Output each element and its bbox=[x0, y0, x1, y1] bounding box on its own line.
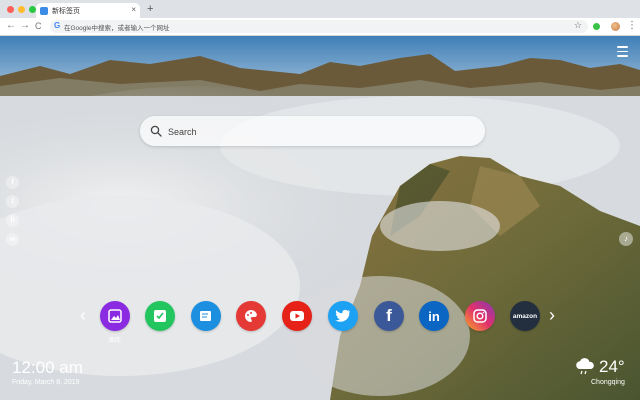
profile-avatar[interactable] bbox=[611, 22, 620, 31]
reload-button[interactable]: C bbox=[35, 19, 42, 33]
app-instagram[interactable] bbox=[465, 301, 495, 331]
app-amazon[interactable]: amazon bbox=[510, 301, 540, 331]
google-icon: G bbox=[54, 21, 61, 30]
app-notes[interactable] bbox=[191, 301, 221, 331]
instagram-icon bbox=[473, 309, 487, 323]
facebook-share-icon[interactable]: f bbox=[6, 176, 19, 189]
checklist-icon bbox=[154, 310, 166, 322]
image-icon bbox=[108, 309, 122, 323]
minimize-window-button[interactable] bbox=[18, 6, 25, 13]
forward-button[interactable]: → bbox=[20, 19, 30, 33]
app-facebook[interactable]: f bbox=[374, 301, 404, 331]
palette-icon bbox=[245, 309, 257, 322]
address-bar-placeholder: 在Google中搜索，或者输入一个网址 bbox=[64, 25, 170, 32]
tab-title: 新标签页 bbox=[52, 8, 80, 15]
back-button[interactable]: ← bbox=[6, 19, 16, 33]
app-gallery[interactable] bbox=[100, 301, 130, 331]
maximize-window-button[interactable] bbox=[29, 6, 36, 13]
extension-icon[interactable] bbox=[593, 23, 600, 30]
cloud-rain-icon bbox=[576, 358, 594, 375]
browser-menu-icon[interactable]: ⋮ bbox=[627, 19, 637, 33]
youtube-icon bbox=[290, 311, 304, 321]
bookmark-share-icon[interactable]: b bbox=[6, 214, 19, 227]
new-tab-button[interactable]: + bbox=[147, 3, 153, 15]
close-window-button[interactable] bbox=[7, 6, 14, 13]
app-paint[interactable] bbox=[236, 301, 266, 331]
tab-bar: 新标签页 × + bbox=[0, 0, 640, 18]
app-youtube[interactable] bbox=[282, 301, 312, 331]
weather-city: Chongqing bbox=[591, 379, 625, 386]
app-dock: ‹ › 图库 f in amazon bbox=[0, 301, 640, 344]
twitter-share-icon[interactable]: t bbox=[6, 195, 19, 208]
weather-temperature: 24° bbox=[599, 357, 625, 376]
close-tab-icon[interactable]: × bbox=[131, 5, 136, 14]
notification-bell-icon[interactable]: ♪ bbox=[619, 232, 633, 246]
window-controls bbox=[7, 6, 36, 13]
search-icon bbox=[150, 125, 162, 137]
app-gallery-label: 图库 bbox=[108, 338, 121, 344]
app-twitter[interactable] bbox=[328, 301, 358, 331]
app-linkedin[interactable]: in bbox=[419, 301, 449, 331]
amazon-icon: amazon bbox=[512, 312, 538, 320]
wechat-share-icon[interactable]: w bbox=[6, 233, 19, 246]
twitter-icon bbox=[335, 309, 350, 322]
toolbar: ← → C G 在Google中搜索，或者输入一个网址 ☆ ⋮ bbox=[0, 18, 640, 36]
dock-next-arrow[interactable]: › bbox=[549, 305, 555, 325]
new-tab-page: f t b w ♪ ‹ › 图库 f in bbox=[0, 36, 640, 400]
search-box[interactable] bbox=[140, 116, 485, 146]
clock-date: Friday, March 8, 2019 bbox=[12, 379, 80, 386]
notes-icon bbox=[200, 311, 211, 321]
linkedin-icon: in bbox=[428, 308, 440, 324]
clock-time: 12:00 am bbox=[12, 358, 83, 377]
app-checklist[interactable] bbox=[145, 301, 175, 331]
facebook-icon: f bbox=[386, 306, 392, 325]
menu-icon[interactable] bbox=[617, 46, 628, 60]
mountain-background bbox=[0, 36, 640, 400]
social-share-column: f t b w bbox=[6, 176, 19, 246]
search-input[interactable] bbox=[166, 123, 470, 141]
address-bar[interactable]: G 在Google中搜索，或者输入一个网址 ☆ bbox=[50, 20, 588, 33]
tab-new-tab[interactable]: 新标签页 × bbox=[36, 3, 140, 18]
tab-favicon-icon bbox=[40, 7, 48, 15]
dock-prev-arrow[interactable]: ‹ bbox=[80, 305, 86, 325]
bookmark-star-icon[interactable]: ☆ bbox=[574, 20, 582, 31]
